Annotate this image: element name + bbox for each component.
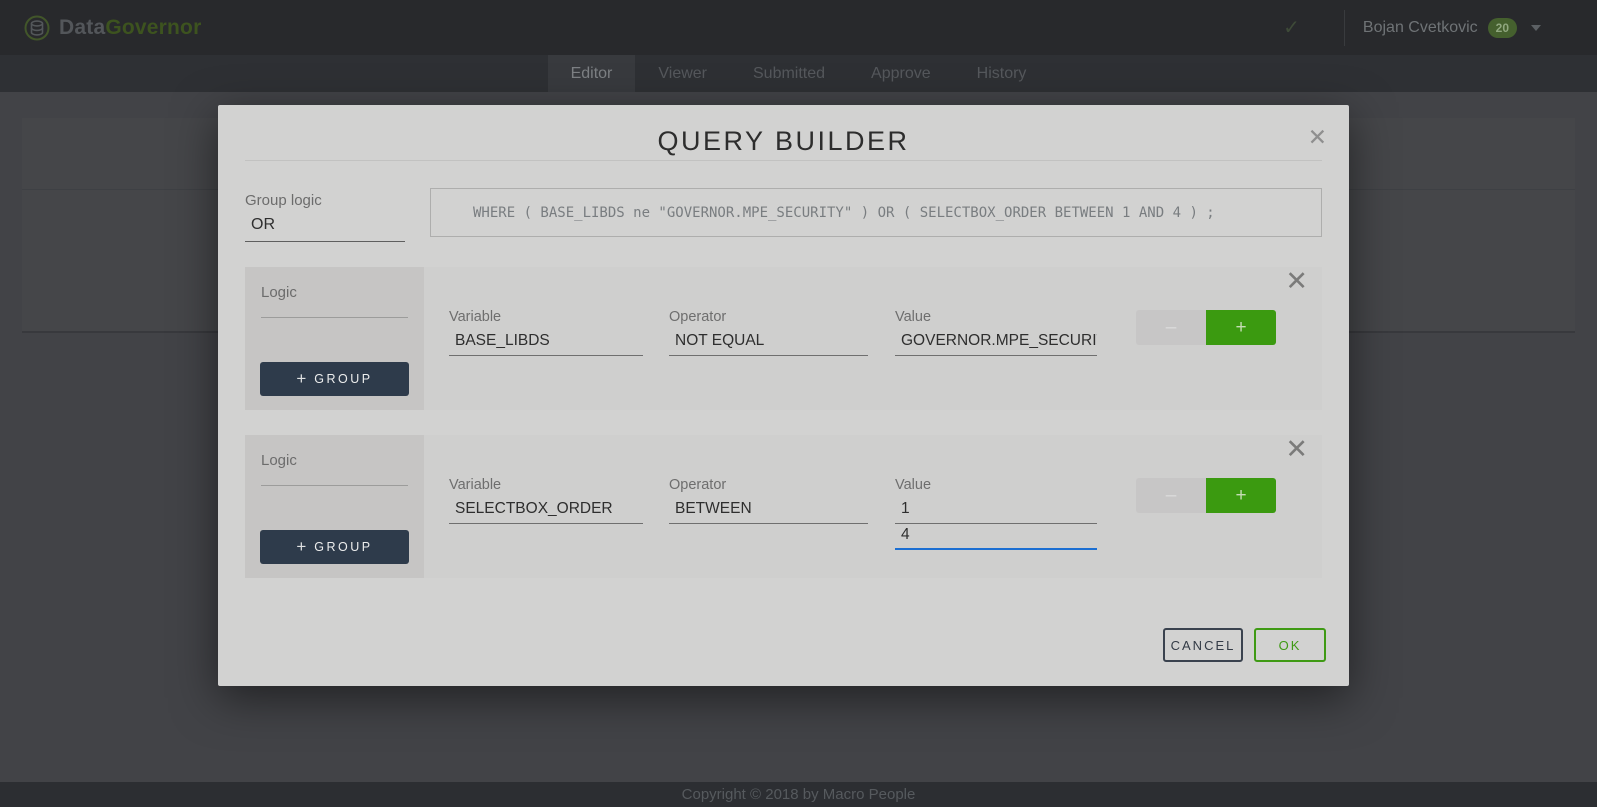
value-label: Value xyxy=(895,309,1097,327)
remove-condition-icon[interactable]: ✕ xyxy=(1285,268,1308,295)
operator-input[interactable]: NOT EQUAL xyxy=(669,330,868,356)
minus-icon: – xyxy=(1166,317,1177,339)
logic-input[interactable] xyxy=(261,299,408,318)
remove-condition-icon[interactable]: ✕ xyxy=(1285,436,1308,463)
header-divider xyxy=(1344,10,1345,46)
remove-value-button[interactable]: – xyxy=(1136,310,1206,345)
group-logic-label: Group logic xyxy=(245,192,405,209)
value-field: Value 1 4 xyxy=(895,477,1097,550)
check-icon[interactable]: ✓ xyxy=(1283,15,1300,40)
chevron-down-icon[interactable] xyxy=(1531,25,1541,31)
variable-label: Variable xyxy=(449,309,643,327)
query-preview-box: WHERE ( BASE_LIBDS ne "GOVERNOR.MPE_SECU… xyxy=(430,188,1322,237)
value-count-stepper: – + xyxy=(1136,478,1276,513)
ok-button[interactable]: OK xyxy=(1254,628,1326,662)
notification-count-badge[interactable]: 20 xyxy=(1488,18,1517,38)
database-logo-icon xyxy=(24,15,50,41)
operator-field: Operator BETWEEN xyxy=(669,477,868,524)
variable-input[interactable]: SELECTBOX_ORDER xyxy=(449,498,643,524)
operator-label: Operator xyxy=(669,309,868,327)
group-button-label: GROUP xyxy=(314,540,372,554)
tab-approve[interactable]: Approve xyxy=(848,55,954,92)
condition-row: Logic + GROUP Variable BASE_LIBDS Operat… xyxy=(245,267,1322,410)
query-builder-modal: QUERY BUILDER ✕ Group logic OR WHERE ( B… xyxy=(218,105,1349,686)
value-label: Value xyxy=(895,477,1097,495)
logic-panel: Logic + GROUP xyxy=(245,435,424,578)
logic-input[interactable] xyxy=(261,467,408,486)
header-right-cluster: ✓ Bojan Cvetkovic 20 xyxy=(1283,10,1571,46)
tab-bar: Editor Viewer Submitted Approve History xyxy=(0,55,1597,92)
modal-title: QUERY BUILDER xyxy=(218,126,1349,157)
brand-name: DataGovernor xyxy=(59,16,201,40)
group-button-label: GROUP xyxy=(314,372,372,386)
minus-icon: – xyxy=(1166,485,1177,507)
brand-name-secondary: Governor xyxy=(105,16,201,39)
tab-viewer[interactable]: Viewer xyxy=(635,55,730,92)
value-input-from[interactable]: 1 xyxy=(895,498,1097,524)
variable-label: Variable xyxy=(449,477,643,495)
value-field: Value GOVERNOR.MPE_SECURITY xyxy=(895,309,1097,356)
brand-name-primary: Data xyxy=(59,16,105,39)
value-count-stepper: – + xyxy=(1136,310,1276,345)
plus-icon: + xyxy=(1235,317,1246,339)
variable-field: Variable BASE_LIBDS xyxy=(449,309,643,356)
modal-close-icon[interactable]: ✕ xyxy=(1308,126,1327,149)
top-navbar: DataGovernor ✓ Bojan Cvetkovic 20 xyxy=(0,0,1597,55)
plus-icon: + xyxy=(296,537,306,557)
user-name[interactable]: Bojan Cvetkovic xyxy=(1363,19,1478,37)
variable-field: Variable SELECTBOX_ORDER xyxy=(449,477,643,524)
tab-editor[interactable]: Editor xyxy=(548,55,636,92)
group-logic-field: Group logic OR xyxy=(245,192,405,242)
add-group-button[interactable]: + GROUP xyxy=(260,362,409,396)
operator-input[interactable]: BETWEEN xyxy=(669,498,868,524)
plus-icon: + xyxy=(296,369,306,389)
add-value-button[interactable]: + xyxy=(1206,310,1276,345)
modal-title-divider xyxy=(245,160,1322,161)
add-group-button[interactable]: + GROUP xyxy=(260,530,409,564)
page-footer: Copyright © 2018 by Macro People xyxy=(0,782,1597,807)
value-input-to[interactable]: 4 xyxy=(895,524,1097,550)
add-value-button[interactable]: + xyxy=(1206,478,1276,513)
group-logic-input[interactable]: OR xyxy=(245,212,405,242)
tab-history[interactable]: History xyxy=(954,55,1050,92)
cancel-button[interactable]: CANCEL xyxy=(1163,628,1243,662)
brand-logo[interactable]: DataGovernor xyxy=(24,15,201,41)
value-input[interactable]: GOVERNOR.MPE_SECURITY xyxy=(895,330,1097,356)
variable-input[interactable]: BASE_LIBDS xyxy=(449,330,643,356)
app-root: DataGovernor ✓ Bojan Cvetkovic 20 Editor… xyxy=(0,0,1597,807)
copyright-text: Copyright © 2018 by Macro People xyxy=(682,786,916,803)
tab-submitted[interactable]: Submitted xyxy=(730,55,848,92)
remove-value-button[interactable]: – xyxy=(1136,478,1206,513)
logic-panel: Logic + GROUP xyxy=(245,267,424,410)
condition-row: Logic + GROUP Variable SELECTBOX_ORDER O… xyxy=(245,435,1322,578)
operator-field: Operator NOT EQUAL xyxy=(669,309,868,356)
plus-icon: + xyxy=(1235,485,1246,507)
operator-label: Operator xyxy=(669,477,868,495)
